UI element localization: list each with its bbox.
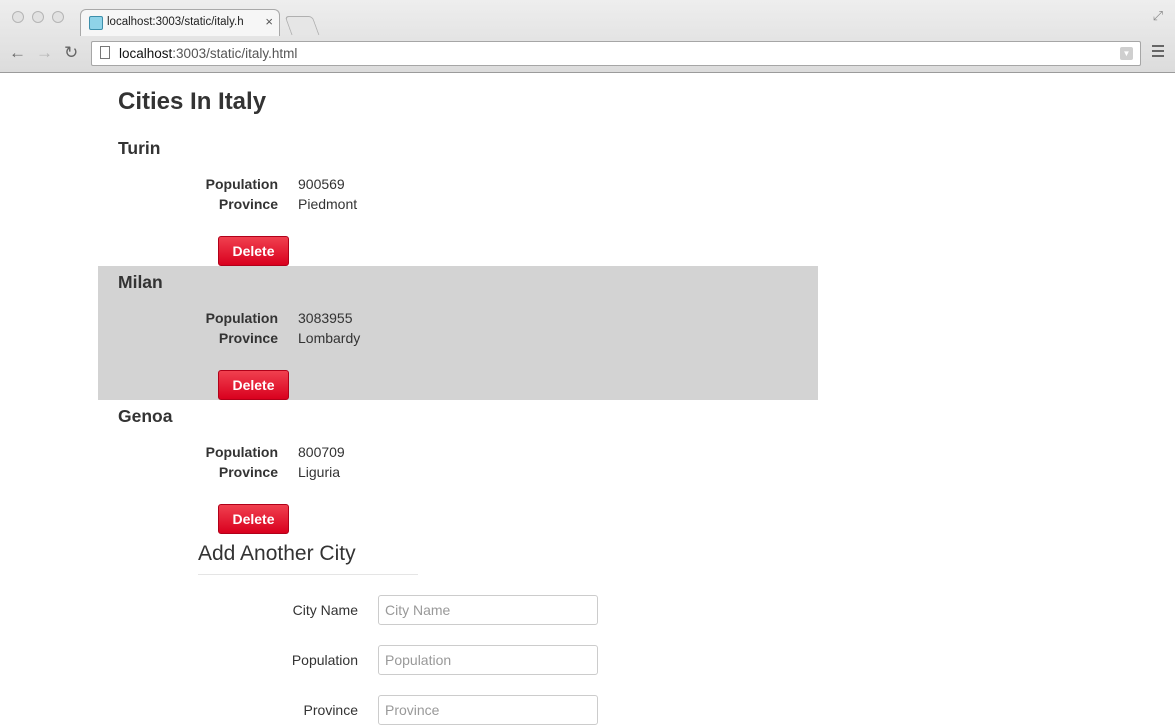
forward-icon[interactable]: → bbox=[36, 43, 53, 63]
city-name: Milan bbox=[118, 272, 163, 292]
city-name: Genoa bbox=[118, 406, 173, 426]
page-icon bbox=[100, 46, 110, 59]
population-row: Population 3083955 bbox=[98, 310, 498, 330]
province-value: Lombardy bbox=[298, 330, 361, 346]
population-value: 800709 bbox=[298, 444, 345, 460]
delete-button[interactable]: Delete bbox=[218, 236, 289, 266]
new-tab-button[interactable] bbox=[284, 16, 320, 35]
address-bar[interactable]: localhost:3003/static/italy.html ▼ bbox=[91, 41, 1141, 66]
city-name: Turin bbox=[118, 138, 161, 158]
delete-button[interactable]: Delete bbox=[218, 370, 289, 400]
population-label: Population bbox=[205, 310, 278, 326]
province-row: Province Lombardy bbox=[98, 330, 498, 350]
city-item: Genoa Population 800709 Province Liguria Dele… bbox=[98, 400, 818, 534]
reload-icon[interactable]: ↻ bbox=[64, 43, 78, 63]
omnibox-dropdown-icon[interactable]: ▼ bbox=[1120, 47, 1133, 60]
url-text: localhost:3003/static/italy.html bbox=[119, 46, 297, 61]
city-item: Milan Population 3083955 Province Lombardy De… bbox=[98, 266, 818, 400]
form-divider bbox=[198, 574, 418, 575]
delete-button[interactable]: Delete bbox=[218, 504, 289, 534]
url-host: localhost bbox=[119, 46, 173, 61]
browser-chrome: localhost:3003/static/italy.h × ⤢ ← → ↻ … bbox=[0, 0, 1175, 73]
province-value: Liguria bbox=[298, 464, 341, 480]
city-name-label: City Name bbox=[292, 602, 358, 618]
browser-tab[interactable]: localhost:3003/static/italy.h × bbox=[80, 9, 280, 36]
population-value: 900569 bbox=[298, 176, 345, 192]
page-content: Cities In Italy Turin Population 900569 Pro… bbox=[0, 72, 1175, 725]
url-path: :3003/static/italy.html bbox=[172, 46, 298, 61]
page-title: Cities In Italy bbox=[118, 88, 267, 115]
city-name-input[interactable] bbox=[378, 595, 598, 625]
population-row: Population 800709 bbox=[98, 444, 498, 464]
population-label: Population bbox=[205, 444, 278, 460]
province-label: Province bbox=[218, 464, 278, 480]
province-input[interactable] bbox=[378, 695, 598, 725]
province-value: Piedmont bbox=[298, 196, 358, 212]
city-item: Turin Population 900569 Province Piedmont Del… bbox=[98, 132, 818, 266]
tab-close-icon[interactable]: × bbox=[265, 14, 273, 29]
add-city-heading: Add Another City bbox=[198, 542, 356, 565]
minimize-window-button[interactable] bbox=[32, 11, 44, 23]
population-row: Population 900569 bbox=[98, 176, 498, 196]
province-label: Province bbox=[218, 330, 278, 346]
zoom-window-button[interactable] bbox=[52, 11, 64, 23]
fullscreen-icon[interactable]: ⤢ bbox=[1153, 8, 1163, 24]
favicon-icon bbox=[89, 16, 103, 30]
population-value: 3083955 bbox=[298, 310, 353, 326]
tab-title: localhost:3003/static/italy.h bbox=[107, 16, 244, 28]
population-input[interactable] bbox=[378, 645, 598, 675]
menu-icon[interactable] bbox=[1152, 45, 1164, 60]
province-label: Province bbox=[218, 196, 278, 212]
close-window-button[interactable] bbox=[12, 11, 24, 23]
province-field-label: Province bbox=[303, 702, 358, 718]
back-icon[interactable]: ← bbox=[9, 43, 26, 63]
population-label: Population bbox=[205, 176, 278, 192]
population-field-label: Population bbox=[291, 652, 358, 668]
province-row: Province Liguria bbox=[98, 464, 498, 484]
province-row: Province Piedmont bbox=[98, 196, 498, 216]
